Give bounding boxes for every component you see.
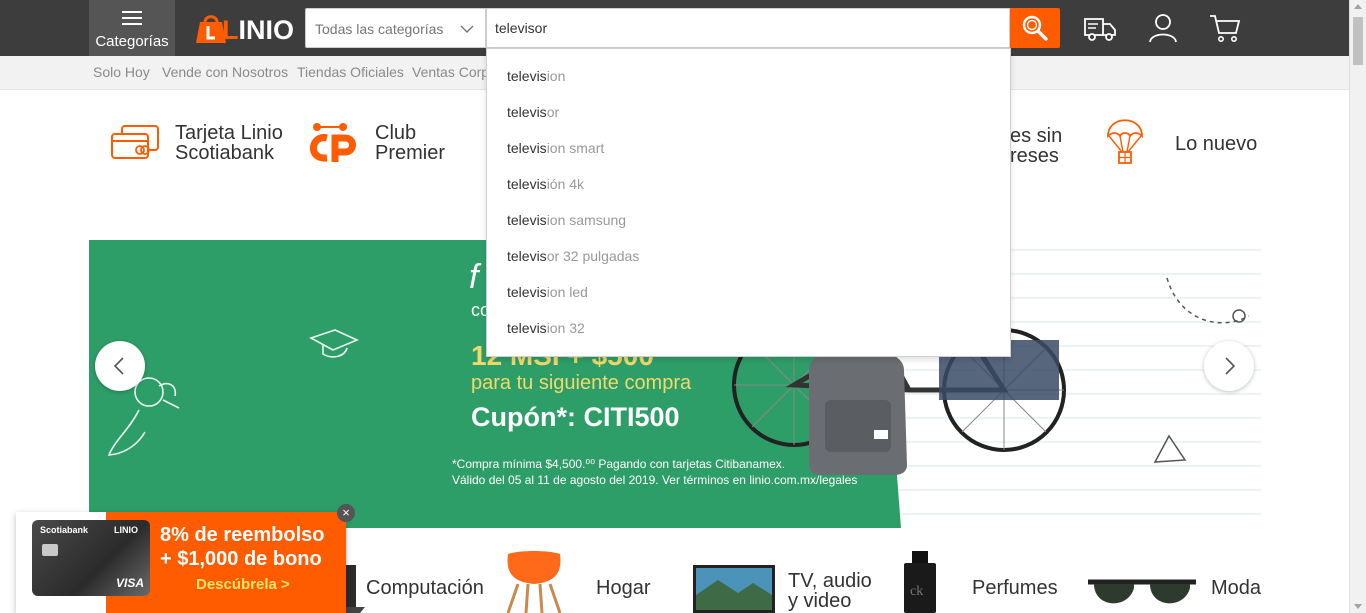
- quicklink-msi[interactable]: es sin reses: [1010, 118, 1070, 168]
- suggestion-item[interactable]: television samsung: [507, 212, 626, 228]
- quicklink-tarjeta-line2: Scotiabank: [175, 142, 274, 164]
- search-icon: [1022, 15, 1048, 41]
- logo-text: LINIO: [222, 15, 295, 45]
- banner-heading-partial: f: [469, 258, 479, 296]
- banner-coupon: Cupón*: CITI500: [471, 402, 680, 432]
- page: Categorías LINIO Todas las categorías te…: [0, 0, 1366, 613]
- search-input[interactable]: [495, 9, 995, 47]
- quicklink-lo-nuevo-label: Lo nuevo: [1175, 133, 1258, 155]
- category-moda-label: Moda: [1211, 577, 1262, 599]
- category-select-value: Todas las categorías: [315, 21, 444, 37]
- chevron-right-icon: [1225, 357, 1236, 375]
- club-premier-logo-icon: [310, 123, 356, 162]
- carousel-prev-button[interactable]: [95, 341, 145, 391]
- quicklink-msi-line1: es sin: [1010, 125, 1063, 147]
- categories-menu-button[interactable]: Categorías: [89, 0, 175, 56]
- suggestion-item[interactable]: televisor 32 pulgadas: [507, 248, 639, 264]
- categories-label: Categorías: [95, 33, 169, 50]
- close-icon[interactable]: ×: [337, 504, 355, 522]
- tv-image: [693, 565, 775, 613]
- user-icon[interactable]: [1146, 11, 1180, 45]
- carousel-next-button[interactable]: [1204, 341, 1254, 391]
- banner-line2: para tu siguiente compra: [471, 372, 692, 394]
- category-tv-line2: y video: [788, 590, 852, 612]
- parachute-icon: [1107, 119, 1143, 164]
- cart-icon[interactable]: [1208, 11, 1242, 45]
- promo-cta[interactable]: Descúbrela >: [196, 576, 290, 593]
- hamburger-icon: [122, 11, 142, 25]
- perfume-image: ck: [904, 551, 936, 613]
- nav-link-ventas-corp[interactable]: Ventas Corp: [412, 64, 489, 80]
- category-perfumes-label: Perfumes: [972, 577, 1058, 599]
- nav-link-vende[interactable]: Vende con Nosotros: [162, 64, 288, 80]
- quicklink-msi-line2: reses: [1010, 145, 1059, 167]
- svg-text:ck: ck: [910, 584, 923, 599]
- promo-line2: + $1,000 de bono: [160, 548, 322, 570]
- page-scrollbar[interactable]: [1349, 0, 1366, 613]
- credit-card-icon: [111, 125, 159, 159]
- scroll-down-icon[interactable]: [1354, 604, 1362, 609]
- linio-logo[interactable]: LINIO: [196, 10, 295, 46]
- quicklink-tarjeta-line1: Tarjeta Linio: [175, 122, 283, 144]
- scroll-up-icon[interactable]: [1354, 4, 1362, 9]
- category-select[interactable]: Todas las categorías: [305, 8, 486, 48]
- chevron-down-icon: [460, 25, 474, 33]
- category-hogar-label: Hogar: [596, 577, 651, 599]
- scroll-thumb[interactable]: [1353, 17, 1363, 65]
- promo-line1: 8% de reembolso: [160, 524, 325, 546]
- search-button[interactable]: [1010, 8, 1060, 48]
- promo-popup[interactable]: Scotiabank LINIO VISA 8% de reembolso + …: [16, 512, 346, 613]
- quicklink-club-premier[interactable]: Club Premier: [305, 118, 455, 168]
- quicklink-club-line2: Premier: [375, 142, 446, 164]
- suggestion-item[interactable]: television led: [507, 284, 588, 300]
- search-suggestions: television televisor television smart te…: [486, 48, 1011, 357]
- category-tv-line1: TV, audio: [788, 570, 872, 592]
- nav-link-solo-hoy[interactable]: Solo Hoy: [93, 64, 150, 80]
- search-box: [486, 8, 1010, 48]
- category-computacion-label: Computación: [366, 577, 484, 599]
- suggestion-item[interactable]: television: [507, 68, 565, 84]
- banner-fine-print: *Compra mínima $4,500.⁰⁰ Pagando con tar…: [452, 457, 858, 487]
- scotiabank-card-image: Scotiabank LINIO VISA: [32, 520, 150, 596]
- suggestion-item[interactable]: television 32: [507, 320, 585, 336]
- chair-image: [506, 551, 562, 613]
- chevron-left-icon: [113, 357, 124, 375]
- quicklink-club-line1: Club: [375, 122, 417, 144]
- suggestion-item[interactable]: televisión 4k: [507, 176, 584, 192]
- truck-icon[interactable]: [1083, 11, 1117, 45]
- suggestion-item[interactable]: televisor: [507, 104, 559, 120]
- suggestion-item[interactable]: television smart: [507, 140, 604, 156]
- sunglasses-image: [1088, 579, 1196, 604]
- quicklink-lo-nuevo[interactable]: Lo nuevo: [1105, 118, 1258, 168]
- quicklink-tarjeta[interactable]: Tarjeta Linio Scotiabank: [110, 118, 290, 168]
- nav-link-tiendas-oficiales[interactable]: Tiendas Oficiales: [297, 64, 404, 80]
